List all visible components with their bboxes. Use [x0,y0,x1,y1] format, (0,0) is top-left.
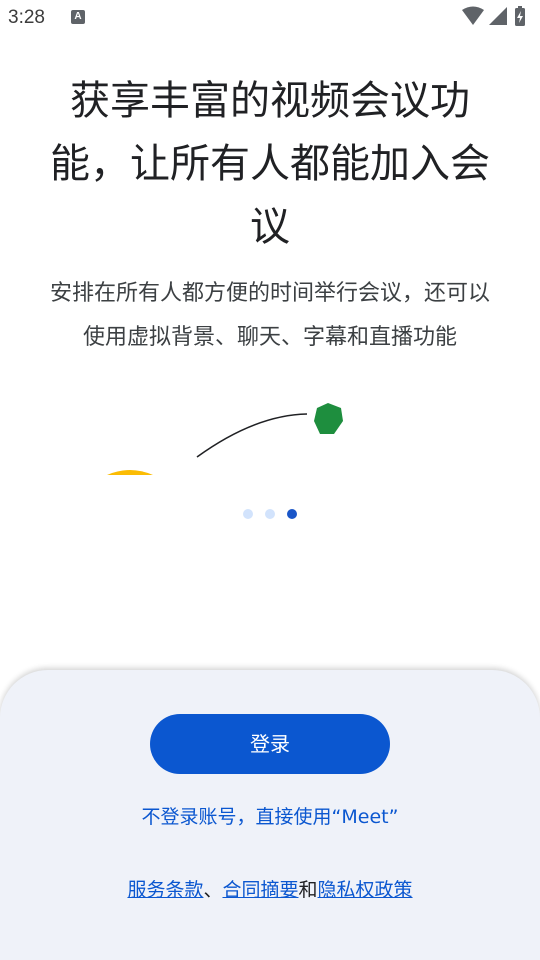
headline-line-1: 获享丰富的视频会议功 [70,78,470,124]
illustration-green-hexagon [314,403,343,434]
status-icons [462,6,525,26]
legal-and: 和 [298,879,318,901]
status-bar: 3:28 A [0,0,540,36]
page-dot-3-active [287,509,297,519]
headline-line-3: 议 [250,204,290,250]
battery-charging-icon [515,6,525,26]
wifi-icon [462,6,484,25]
onboarding-headline: 获享丰富的视频会议功 能，让所有人都能加入会 议 [30,70,510,259]
page-dot-2 [265,509,275,519]
subtitle-line-1: 安排在所有人都方便的时间举行会议，还可以 [49,281,490,306]
signal-icon [489,7,507,25]
signin-button[interactable]: 登录 [150,714,390,774]
page-dot-1 [243,509,253,519]
legal-links: 服务条款、合同摘要和隐私权政策 [0,875,540,902]
notification-a-icon: A [71,10,85,24]
privacy-policy-link[interactable]: 隐私权政策 [318,879,413,901]
illustration-curve [196,413,308,458]
onboarding-illustration [90,403,343,480]
onboarding-subtitle: 安排在所有人都方便的时间举行会议，还可以 使用虚拟背景、聊天、字幕和直播功能 [24,272,516,360]
bottom-sheet: 登录 不登录账号，直接使用“Meet” 服务条款、合同摘要和隐私权政策 [0,670,540,960]
use-without-account-link[interactable]: 不登录账号，直接使用“Meet” [0,802,540,829]
page-indicator [0,504,540,519]
meet-onboarding-screen: 3:28 A 获享丰富的视频会议功 能，让所有人都能加入会 议 安排在所有人都方… [0,0,540,960]
contract-summary-link[interactable]: 合同摘要 [222,879,298,901]
legal-separator: 、 [203,879,223,901]
terms-of-service-link[interactable]: 服务条款 [127,879,203,901]
subtitle-line-2: 使用虚拟背景、聊天、字幕和直播功能 [82,325,457,350]
headline-line-2: 能，让所有人都能加入会 [50,141,490,187]
status-time: 3:28 [8,7,45,28]
